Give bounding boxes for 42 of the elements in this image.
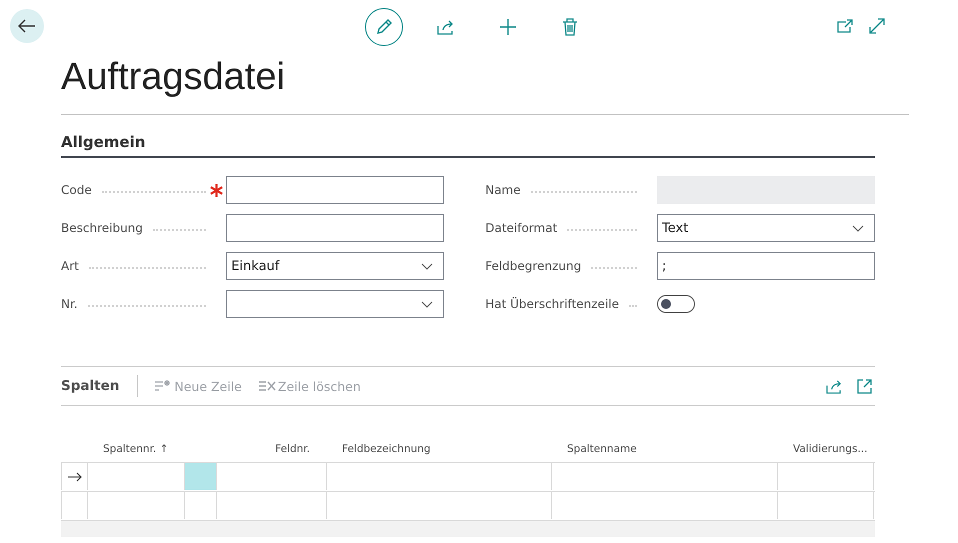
- dropdown-field[interactable]: Einkauf: [226, 252, 444, 280]
- expand-window-icon: [856, 378, 872, 394]
- field-label: Nr.: [61, 297, 78, 311]
- chevron-down-icon: [421, 300, 434, 308]
- toggle-switch[interactable]: [657, 295, 695, 313]
- field-label: Beschreibung: [61, 221, 143, 235]
- share-icon: [437, 19, 455, 35]
- page-title: Auftragsdatei: [61, 55, 286, 100]
- new-line-icon: [154, 379, 172, 393]
- back-button[interactable]: [10, 9, 44, 43]
- external-window-icon: [837, 19, 853, 33]
- plus-icon: [499, 18, 517, 36]
- column-header[interactable]: Spaltenname: [551, 443, 777, 455]
- table-cell[interactable]: [777, 463, 874, 490]
- column-header[interactable]: Feldnr.: [216, 443, 326, 455]
- expand-icon: [869, 18, 885, 34]
- chevron-down-icon: [852, 224, 864, 232]
- trash-icon: [562, 18, 578, 36]
- column-header[interactable]: Feldbezeichnung: [326, 443, 551, 455]
- field-label: Dateiformat: [485, 221, 558, 235]
- text-field[interactable]: [226, 176, 444, 204]
- column-header[interactable]: Spaltennr. ↑: [87, 443, 184, 455]
- section-title[interactable]: Allgemein: [61, 133, 875, 158]
- column-header[interactable]: Validierungs...: [777, 443, 874, 455]
- edit-button[interactable]: [365, 8, 403, 46]
- back-arrow-icon: [18, 19, 36, 33]
- field-label: Code: [61, 183, 92, 197]
- chevron-down-icon: [421, 262, 434, 270]
- dropdown-field[interactable]: Text: [657, 214, 875, 242]
- text-field[interactable]: [226, 214, 444, 242]
- field-label: Name: [485, 183, 521, 197]
- dropdown-field[interactable]: [226, 290, 444, 318]
- part-title[interactable]: Spalten: [61, 378, 120, 394]
- delete-line-icon: [258, 379, 276, 393]
- share-icon: [826, 378, 842, 394]
- text-field[interactable]: ;: [657, 252, 875, 280]
- pencil-icon: [375, 18, 393, 36]
- field-label: Feldbegrenzung: [485, 259, 582, 273]
- table-cell[interactable]: [184, 463, 216, 490]
- table-cell[interactable]: [777, 492, 874, 519]
- field-label: Hat Überschriftenzeile: [485, 297, 619, 311]
- field-label: Art: [61, 259, 79, 273]
